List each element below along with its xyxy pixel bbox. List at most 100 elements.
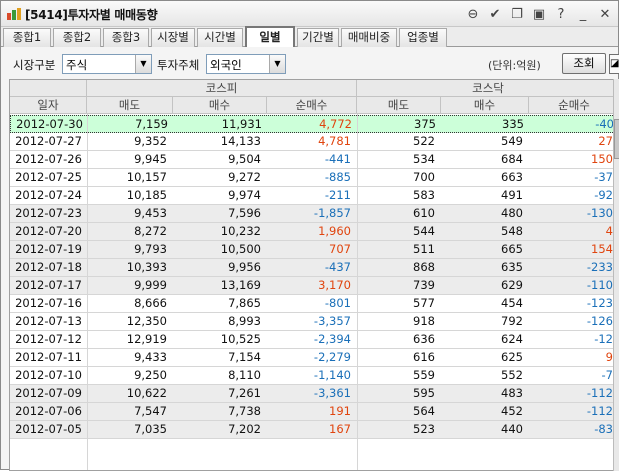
close-icon[interactable]: ✕: [596, 5, 614, 23]
cell-kospi-sell: 12,919: [126, 332, 167, 346]
cell-kospi-buy: 14,133: [220, 134, 261, 148]
table-row[interactable]: 2012-07-20 8,272 10,232 1,960 544 548 4: [10, 223, 618, 241]
cell-kosdaq-buy: 491: [501, 188, 523, 202]
cell-kospi-buy: 10,525: [220, 332, 261, 346]
cell-kosdaq-sell: 544: [413, 224, 435, 238]
cell-date: 2012-07-26: [15, 152, 82, 166]
table-row[interactable]: 2012-07-27 9,352 14,133 4,781 522 549 27: [10, 133, 618, 151]
table-row[interactable]: 2012-07-30 7,159 11,931 4,772 375 335 -40: [10, 115, 618, 133]
col-header-date[interactable]: 일자: [10, 97, 87, 114]
investor-label: 투자주체: [157, 58, 200, 72]
cell-kosdaq-sell: 559: [413, 368, 435, 382]
col-header-kosdaq-buy[interactable]: 매수: [441, 97, 529, 114]
tab-by-period[interactable]: 기간별: [297, 28, 339, 47]
table-row[interactable]: 2012-07-26 9,945 9,504 -441 534 684 150: [10, 151, 618, 169]
table-row[interactable]: 2012-07-18 10,393 9,956 -437 868 635 -233: [10, 259, 618, 277]
cell-date: 2012-07-27: [15, 134, 82, 148]
tab-by-sector[interactable]: 업종별: [399, 28, 447, 47]
tab-by-time[interactable]: 시간별: [197, 28, 243, 47]
cell-kosdaq-buy: 483: [501, 386, 523, 400]
table-row[interactable]: 2012-07-24 10,185 9,974 -211 583 491 -92: [10, 187, 618, 205]
tab-daily[interactable]: 일별: [245, 26, 295, 47]
col-header-kosdaq-net[interactable]: 순매수: [529, 97, 618, 114]
cell-kospi-net: -2,394: [313, 332, 351, 346]
cell-date: 2012-07-06: [15, 404, 82, 418]
cell-date: 2012-07-20: [15, 224, 82, 238]
cell-kospi-sell: 8,666: [134, 296, 167, 310]
help-icon[interactable]: ?: [552, 5, 570, 23]
chevron-down-icon[interactable]: ▼: [135, 55, 151, 73]
investor-select[interactable]: 외국인 ▼: [206, 54, 286, 74]
tab-summary1[interactable]: 종합1: [3, 28, 51, 47]
cell-kospi-buy: 8,993: [228, 314, 261, 328]
col-header-kosdaq-sell[interactable]: 매도: [357, 97, 441, 114]
search-button[interactable]: 조회: [562, 53, 606, 74]
cell-kosdaq-buy: 549: [501, 134, 523, 148]
table-row[interactable]: 2012-07-05 7,035 7,202 167 523 440 -83: [10, 421, 618, 439]
cell-kospi-sell: 10,157: [126, 170, 167, 184]
cell-kospi-net: 3,170: [318, 278, 351, 292]
cell-kosdaq-net: -40: [595, 117, 614, 131]
table-row[interactable]: 2012-07-10 9,250 8,110 -1,140 559 552 -7: [10, 367, 618, 385]
cell-kospi-net: -437: [324, 260, 351, 274]
tab-bar: 종합1 종합2 종합3 시장별 시간별 일별 기간별 매매비중 업종별: [1, 26, 618, 47]
cell-kosdaq-net: -12: [594, 332, 613, 346]
chart-icon[interactable]: ◪: [609, 54, 619, 74]
market-select[interactable]: 주식 ▼: [62, 54, 152, 74]
column-divider: [87, 114, 88, 470]
cell-date: 2012-07-09: [15, 386, 82, 400]
cell-kosdaq-net: -83: [594, 422, 613, 436]
table-row[interactable]: 2012-07-12 12,919 10,525 -2,394 636 624 -12: [10, 331, 618, 349]
tab-summary2[interactable]: 종합2: [53, 28, 101, 47]
cell-kosdaq-buy: 480: [501, 206, 523, 220]
cell-kospi-net: 1,960: [318, 224, 351, 238]
table-row[interactable]: 2012-07-19 9,793 10,500 707 511 665 154: [10, 241, 618, 259]
table-row[interactable]: 2012-07-17 9,999 13,169 3,170 739 629 -110: [10, 277, 618, 295]
cell-kospi-buy: 9,504: [228, 152, 261, 166]
cell-kosdaq-buy: 335: [502, 117, 524, 131]
cell-kosdaq-buy: 663: [501, 170, 523, 184]
cell-kosdaq-sell: 583: [413, 188, 435, 202]
cell-kospi-net: 707: [329, 242, 351, 256]
cell-kosdaq-sell: 868: [413, 260, 435, 274]
cell-date: 2012-07-25: [15, 170, 82, 184]
chevron-down-icon[interactable]: ▼: [269, 55, 285, 73]
table-row[interactable]: 2012-07-09 10,622 7,261 -3,361 595 483 -112: [10, 385, 618, 403]
cell-kosdaq-net: -112: [586, 386, 613, 400]
tab-summary3[interactable]: 종합3: [103, 28, 149, 47]
col-header-kospi-sell[interactable]: 매도: [87, 97, 173, 114]
cell-kospi-net: -2,279: [313, 350, 351, 364]
table-row[interactable]: 2012-07-25 10,157 9,272 -885 700 663 -37: [10, 169, 618, 187]
minimize-icon[interactable]: _: [574, 5, 592, 23]
tab-trade-ratio[interactable]: 매매비중: [341, 28, 397, 47]
cell-kosdaq-buy: 624: [501, 332, 523, 346]
copy-icon[interactable]: ❐: [508, 5, 526, 23]
cell-kospi-net: -441: [324, 152, 351, 166]
cell-kospi-buy: 9,272: [228, 170, 261, 184]
cell-kospi-net: 4,772: [319, 117, 352, 131]
cell-kospi-net: -801: [324, 296, 351, 310]
table-row[interactable]: 2012-07-06 7,547 7,738 191 564 452 -112: [10, 403, 618, 421]
cell-date: 2012-07-16: [15, 296, 82, 310]
col-header-kospi-net[interactable]: 순매수: [267, 97, 357, 114]
table-row[interactable]: 2012-07-23 9,453 7,596 -1,857 610 480 -130: [10, 205, 618, 223]
vertical-scrollbar[interactable]: [613, 79, 619, 471]
cell-kospi-sell: 10,622: [126, 386, 167, 400]
cell-kosdaq-buy: 684: [501, 152, 523, 166]
link-icon[interactable]: ⊖: [464, 5, 482, 23]
cell-kospi-sell: 9,433: [134, 350, 167, 364]
window-icon[interactable]: ▣: [530, 5, 548, 23]
table-row[interactable]: 2012-07-11 9,433 7,154 -2,279 616 625 9: [10, 349, 618, 367]
cell-kosdaq-buy: 452: [501, 404, 523, 418]
unit-label: (단위:억원): [488, 59, 541, 72]
table-row[interactable]: 2012-07-16 8,666 7,865 -801 577 454 -123: [10, 295, 618, 313]
cell-kosdaq-net: 4: [605, 224, 613, 238]
table-row[interactable]: 2012-07-13 12,350 8,993 -3,357 918 792 -126: [10, 313, 618, 331]
tab-by-market[interactable]: 시장별: [151, 28, 195, 47]
group-header-kospi: 코스피: [87, 80, 357, 97]
check-icon[interactable]: ✔: [486, 5, 504, 23]
cell-kosdaq-sell: 375: [414, 117, 436, 131]
scrollbar-thumb[interactable]: [614, 119, 619, 159]
cell-kospi-buy: 10,500: [220, 242, 261, 256]
col-header-kospi-buy[interactable]: 매수: [173, 97, 267, 114]
